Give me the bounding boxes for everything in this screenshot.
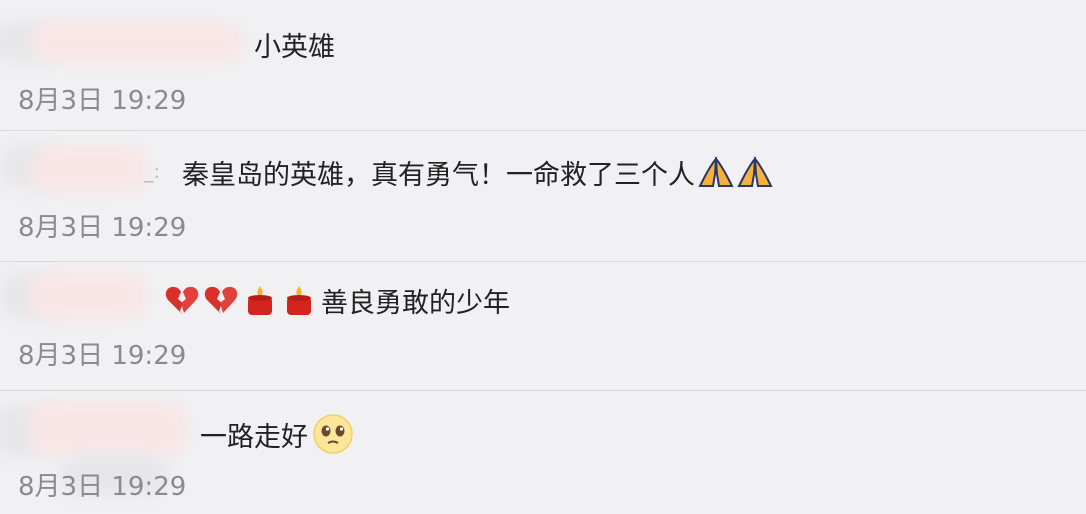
- candle-icon: [281, 284, 317, 316]
- comment-text: 善良勇敢的少年: [164, 280, 510, 320]
- comment-timestamp: 8月3日 19:29: [18, 341, 187, 371]
- pray-icon: [737, 156, 773, 188]
- comment-timestamp: 8月3日 19:29: [18, 213, 187, 243]
- blurred-username: [30, 22, 245, 62]
- blurred-username: [28, 272, 148, 320]
- comment-text: 一路走好: [200, 412, 355, 456]
- username-tail: _:: [144, 161, 160, 183]
- comment-text: 秦皇岛的英雄，真有勇气！一命救了三个人: [182, 152, 773, 192]
- candle-icon: [242, 284, 278, 316]
- blurred-username: [28, 401, 188, 457]
- blurred-username: [30, 145, 148, 193]
- comment-item: _: 秦皇岛的英雄，真有勇气！一命救了三个人 8月3日 19:29: [0, 131, 1086, 262]
- comment-item: 小英雄 8月3日 19:29: [0, 0, 1086, 131]
- comment-item: 善良勇敢的少年 8月3日 19:29: [0, 262, 1086, 391]
- comment-timestamp: 8月3日 19:29: [18, 86, 187, 116]
- comment-text: 小英雄: [254, 31, 335, 63]
- comment-list: 小英雄 8月3日 19:29 _: 秦皇岛的英雄，真有勇气！一命救了三个人 8月…: [0, 0, 1086, 514]
- pleading-face-icon: [311, 413, 355, 455]
- pray-icon: [698, 156, 734, 188]
- comment-item: 一路走好 8月3日 19:29: [0, 391, 1086, 514]
- comment-timestamp: 8月3日 19:29: [18, 472, 187, 502]
- broken-heart-icon: [203, 284, 239, 316]
- broken-heart-icon: [164, 284, 200, 316]
